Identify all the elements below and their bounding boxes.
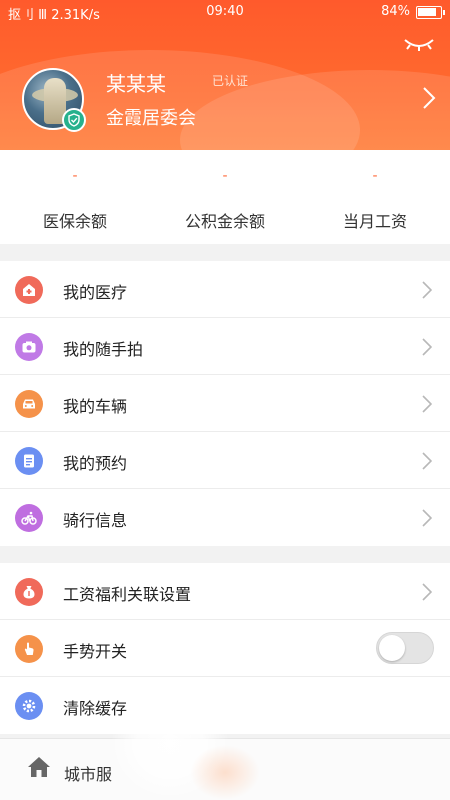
chevron-right-icon [422, 281, 433, 303]
chevron-right-icon [422, 338, 433, 360]
menu-item-label: 我的随手拍 [63, 340, 144, 359]
stat-label: 医保余额 [42, 212, 107, 231]
menu-item-label: 手势开关 [63, 642, 128, 661]
car-icon [15, 390, 43, 418]
stat-medical-insurance[interactable]: - 医保余额 [0, 150, 150, 244]
chevron-right-icon [422, 395, 433, 417]
hospital-icon [15, 276, 43, 304]
menu-item-label: 工资福利关联设置 [63, 585, 192, 604]
stat-label: 公积金余额 [184, 212, 265, 231]
hand-icon [15, 635, 43, 663]
stat-housing-fund[interactable]: - 公积金余额 [150, 150, 300, 244]
stat-monthly-salary[interactable]: - 当月工资 [300, 150, 450, 244]
camera-icon [15, 333, 43, 361]
menu-item-salary-settings[interactable]: 工资福利关联设置 [0, 563, 450, 620]
chevron-right-icon [422, 509, 433, 531]
verified-status: 已认证 [212, 74, 249, 88]
menu-item-gesture: 手势开关 [0, 620, 450, 677]
stat-value: - [72, 168, 78, 184]
menu-group-personal: 我的医疗 我的随手拍 我的车辆 我的预约 骑行信息 [0, 261, 450, 546]
home-icon[interactable] [26, 755, 52, 783]
bicycle-icon [15, 504, 43, 532]
menu-item-label: 我的车辆 [63, 397, 128, 416]
tap-glow-overlay [190, 745, 260, 800]
menu-item-label: 我的医疗 [63, 283, 128, 302]
stat-label: 当月工资 [342, 212, 407, 231]
chevron-right-icon [422, 583, 433, 605]
gesture-toggle-switch[interactable] [376, 632, 434, 664]
stat-value: - [372, 168, 378, 184]
menu-item-label: 骑行信息 [63, 511, 128, 530]
menu-item-medical[interactable]: 我的医疗 [0, 261, 450, 318]
gear-icon [15, 692, 43, 720]
chevron-right-icon [422, 452, 433, 474]
battery-icon [416, 6, 445, 19]
status-bar: 抠刂 Ⅲ 2.31K/s 09:40 84% [0, 0, 450, 26]
stat-value: - [222, 168, 228, 184]
money-bag-icon [15, 578, 43, 606]
menu-item-vehicle[interactable]: 我的车辆 [0, 375, 450, 432]
document-icon [15, 447, 43, 475]
status-battery-text: 84% [381, 4, 410, 19]
balance-stats: - 医保余额 - 公积金余额 - 当月工资 [0, 150, 450, 244]
hide-eye-icon[interactable] [402, 34, 436, 54]
menu-item-cycling[interactable]: 骑行信息 [0, 489, 450, 546]
verified-shield-icon [62, 108, 86, 132]
profile-header: 抠刂 Ⅲ 2.31K/s 09:40 84% 某某某 已认证 金霞居委会 [0, 0, 450, 150]
menu-item-snapshot[interactable]: 我的随手拍 [0, 318, 450, 375]
user-name: 某某某 [106, 72, 166, 96]
menu-item-appointment[interactable]: 我的预约 [0, 432, 450, 489]
tab-city-service[interactable]: 城市服 [64, 761, 112, 785]
user-organization: 金霞居委会 [106, 108, 196, 129]
menu-item-label: 我的预约 [63, 454, 128, 473]
profile-chevron-right-icon[interactable] [422, 86, 436, 114]
